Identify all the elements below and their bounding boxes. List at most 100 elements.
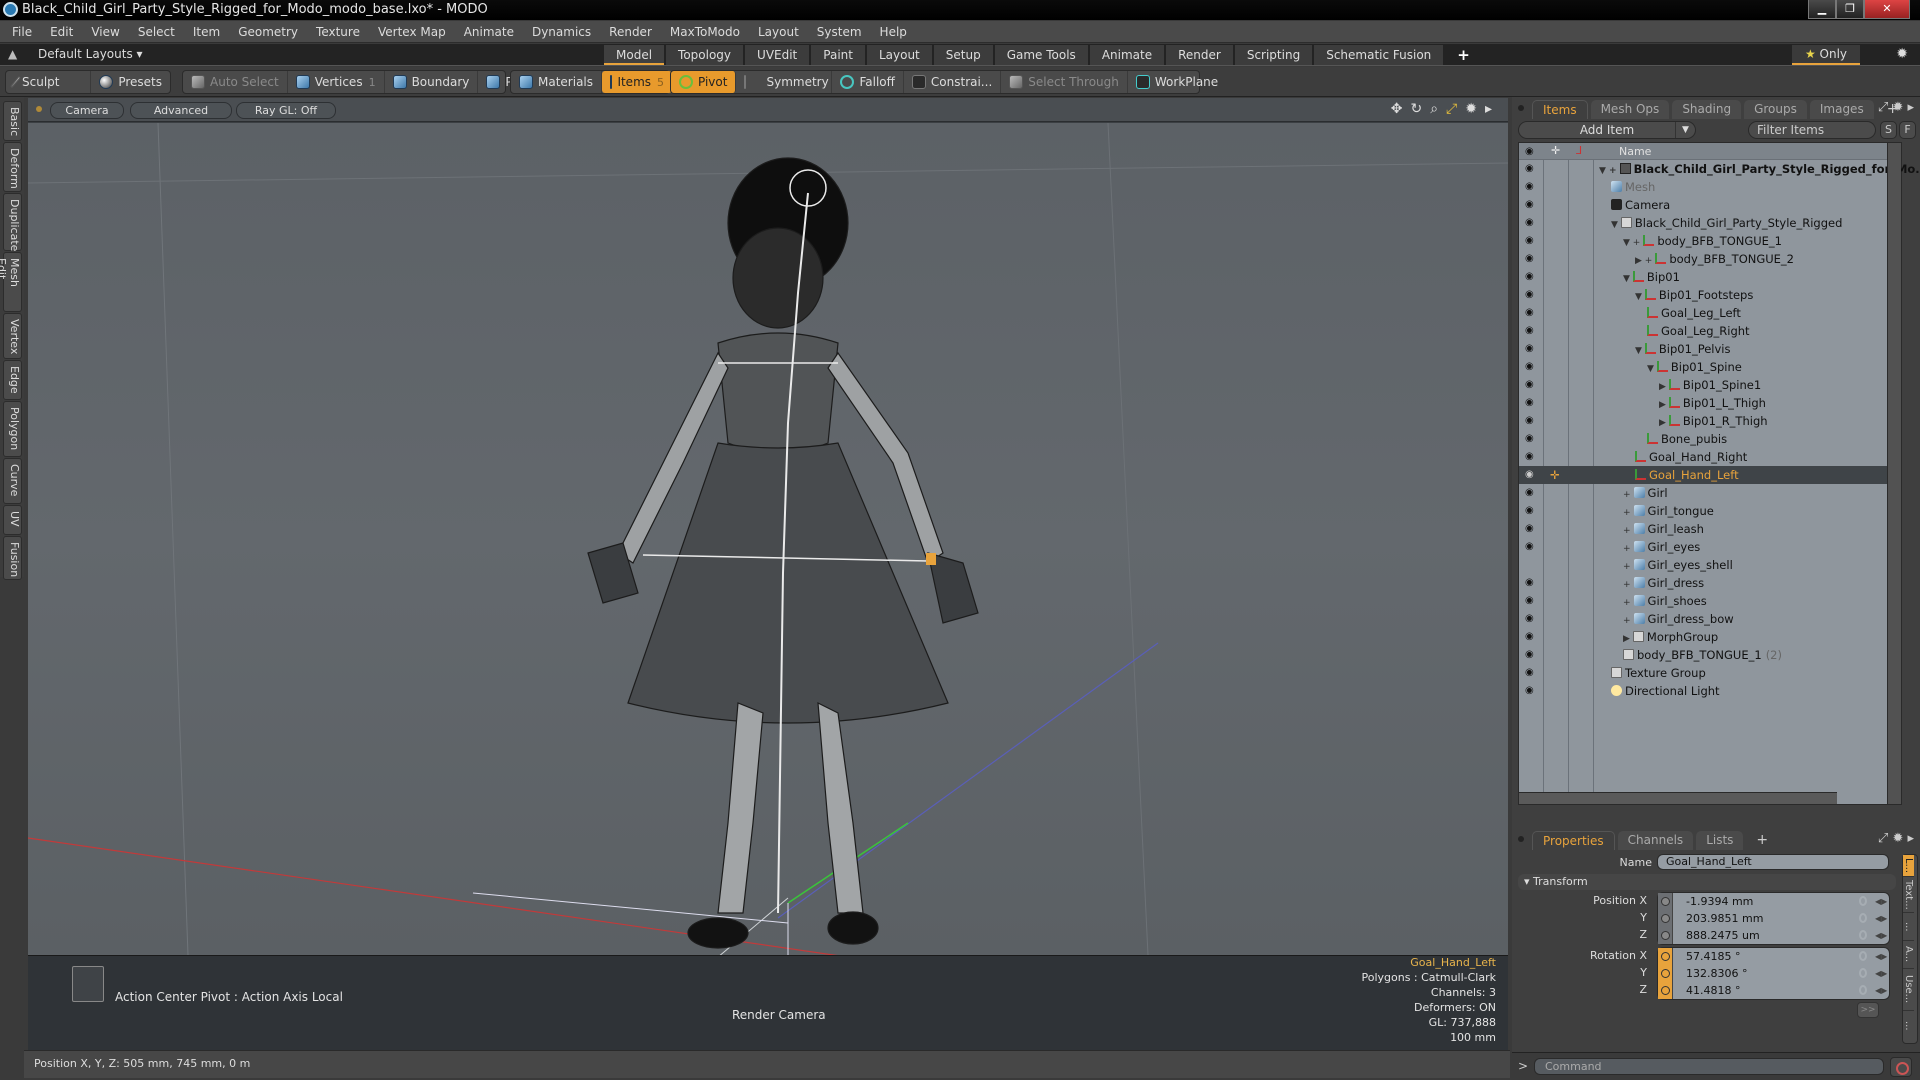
tree-row[interactable]: + Girl_eyes_shell bbox=[1519, 556, 1901, 574]
menu-vertex-map[interactable]: Vertex Map bbox=[378, 25, 446, 39]
add-tab-button[interactable]: + bbox=[1445, 45, 1482, 65]
filter-items-input[interactable]: Filter Items bbox=[1748, 121, 1876, 139]
menu-system[interactable]: System bbox=[817, 25, 862, 39]
constraints-button[interactable]: Constrai... bbox=[904, 71, 1002, 93]
eye-icon[interactable]: ◉ bbox=[1525, 487, 1538, 498]
plus-icon[interactable]: + bbox=[1623, 526, 1631, 536]
side-tab-6[interactable]: ... bbox=[1903, 1011, 1914, 1041]
eye-icon[interactable]: ◉ bbox=[1525, 379, 1538, 390]
tree-row[interactable]: ◉ Goal_Leg_Left bbox=[1519, 304, 1901, 322]
tree-item-label[interactable]: ▶ Bip01_R_Thigh bbox=[1659, 412, 1768, 432]
tree-row[interactable]: ◉ ▶ Bip01_Spine1 bbox=[1519, 376, 1901, 394]
tree-row[interactable]: ◉ ▼ Black_Child_Girl_Party_Style_Rigged bbox=[1519, 214, 1901, 232]
up-arrow-icon[interactable]: ▲ bbox=[8, 47, 17, 61]
menu-file[interactable]: File bbox=[12, 25, 32, 39]
collapse-icon[interactable]: ▼ bbox=[1635, 292, 1642, 302]
menu-geometry[interactable]: Geometry bbox=[238, 25, 298, 39]
viewport-gear-icon[interactable]: ✹ bbox=[1465, 101, 1477, 117]
tree-item-label[interactable]: ▶ + body_BFB_TONGUE_2 bbox=[1635, 250, 1794, 270]
side-tab-1[interactable]: L... bbox=[1903, 855, 1914, 877]
animate-toggle[interactable] bbox=[1658, 965, 1673, 982]
tree-row[interactable]: ◉ + Girl_tongue bbox=[1519, 502, 1901, 520]
slider-arrows-icon[interactable]: ◀▶ bbox=[1875, 927, 1887, 944]
axis-header-icon[interactable]: ⅃ bbox=[1576, 144, 1582, 157]
tree-row[interactable]: ◉ ▼ Bip01_Footsteps bbox=[1519, 286, 1901, 304]
tab-render[interactable]: Render bbox=[1166, 45, 1233, 65]
rotation-x-input[interactable]: 57.4185 ° bbox=[1686, 948, 1740, 965]
tree-row[interactable]: ◉ Camera bbox=[1519, 196, 1901, 214]
camera-button[interactable]: Camera bbox=[50, 102, 124, 119]
eye-icon[interactable]: ◉ bbox=[1525, 325, 1538, 336]
command-input[interactable]: Command bbox=[1534, 1058, 1884, 1075]
tree-item-label[interactable]: Camera bbox=[1611, 196, 1670, 214]
items-button[interactable]: Items 5 bbox=[602, 71, 673, 93]
tab-curve[interactable]: Curve bbox=[3, 458, 22, 504]
link-icon[interactable] bbox=[1859, 896, 1867, 906]
slider-arrows-icon[interactable]: ◀▶ bbox=[1875, 893, 1887, 910]
minimize-button[interactable]: ▁ bbox=[1808, 0, 1836, 19]
eye-icon[interactable]: ◉ bbox=[1525, 523, 1538, 534]
eye-icon[interactable]: ◉ bbox=[1525, 433, 1538, 444]
menu-help[interactable]: Help bbox=[880, 25, 907, 39]
tab-paint[interactable]: Paint bbox=[811, 45, 865, 65]
tree-row[interactable]: ◉ ▼ Bip01 bbox=[1519, 268, 1901, 286]
boundary-button[interactable]: Boundary bbox=[385, 71, 479, 93]
tab-topology[interactable]: Topology bbox=[666, 45, 744, 65]
rotate-icon[interactable]: ↻ bbox=[1410, 101, 1422, 117]
add-properties-tab-button[interactable]: + bbox=[1746, 831, 1778, 850]
add-item-dropdown[interactable]: Add Item ▼ bbox=[1518, 121, 1696, 139]
eye-icon[interactable]: ◉ bbox=[1525, 685, 1538, 696]
eye-icon[interactable]: ◉ bbox=[1525, 613, 1538, 624]
tree-item-label[interactable]: Directional Light bbox=[1611, 682, 1720, 700]
tab-uvedit[interactable]: UVEdit bbox=[745, 45, 810, 65]
tree-item-label[interactable]: body_BFB_TONGUE_1 (2) bbox=[1623, 646, 1782, 664]
link-icon[interactable] bbox=[1859, 951, 1867, 961]
tree-row[interactable]: ◉ Goal_Leg_Right bbox=[1519, 322, 1901, 340]
expand-icon[interactable]: ▶ + bbox=[1635, 256, 1652, 266]
expand-icon[interactable]: ▶ bbox=[1659, 400, 1666, 410]
pivot-button[interactable]: Pivot bbox=[671, 71, 737, 93]
eye-icon[interactable]: ◉ bbox=[1525, 235, 1538, 246]
tree-item-label[interactable]: Goal_Leg_Left bbox=[1647, 304, 1741, 322]
tab-game-tools[interactable]: Game Tools bbox=[994, 45, 1088, 65]
materials-button[interactable]: Materials bbox=[511, 71, 603, 93]
name-field[interactable]: Goal_Hand_Left bbox=[1657, 854, 1889, 870]
expand-icon[interactable]: ▶ bbox=[1623, 634, 1630, 644]
tree-horizontal-scrollbar[interactable] bbox=[1519, 792, 1837, 804]
properties-options-icon[interactable]: ⤢ ✹ ▸ bbox=[1878, 831, 1914, 846]
menu-view[interactable]: View bbox=[91, 25, 119, 39]
link-icon[interactable] bbox=[1859, 968, 1867, 978]
plus-icon[interactable]: + bbox=[1623, 562, 1631, 572]
tree-item-label[interactable]: + Girl_leash bbox=[1623, 520, 1704, 540]
animate-toggle[interactable] bbox=[1658, 893, 1673, 910]
tab-model[interactable]: Model bbox=[604, 45, 665, 65]
tree-item-label[interactable]: + Girl_shoes bbox=[1623, 592, 1707, 612]
menu-texture[interactable]: Texture bbox=[316, 25, 360, 39]
tree-row[interactable]: ◉ Mesh bbox=[1519, 178, 1901, 196]
menu-animate[interactable]: Animate bbox=[464, 25, 514, 39]
eye-icon[interactable]: ◉ bbox=[1525, 397, 1538, 408]
tree-vertical-scrollbar[interactable] bbox=[1887, 143, 1901, 804]
tree-row[interactable]: ◉ ▶ MorphGroup bbox=[1519, 628, 1901, 646]
layout-preset-dropdown[interactable]: Default Layouts ▾ bbox=[38, 47, 143, 61]
tree-item-label[interactable]: ▶ MorphGroup bbox=[1623, 628, 1718, 648]
3d-viewport[interactable]: Camera Advanced Ray GL: Off ✥ ↻ ⌕ ⤢ ✹ ▸ bbox=[28, 98, 1508, 1050]
plus-icon[interactable]: + bbox=[1623, 598, 1631, 608]
eye-icon[interactable]: ◉ bbox=[1525, 451, 1538, 462]
zoom-icon[interactable]: ⌕ bbox=[1430, 101, 1438, 117]
tree-item-label[interactable]: ▼ Bip01_Spine bbox=[1647, 358, 1742, 378]
plus-icon[interactable]: + bbox=[1623, 544, 1631, 554]
tree-row[interactable]: ◉ ▶ Bip01_R_Thigh bbox=[1519, 412, 1901, 430]
collapse-icon[interactable]: ▼ bbox=[1611, 220, 1618, 230]
eye-icon[interactable]: ◉ bbox=[1525, 667, 1538, 678]
eye-icon[interactable]: ◉ bbox=[1525, 289, 1538, 300]
animate-toggle[interactable] bbox=[1658, 910, 1673, 927]
tree-row[interactable]: ◉ + Girl_shoes bbox=[1519, 592, 1901, 610]
pivot-header-icon[interactable]: ✛ bbox=[1551, 144, 1560, 157]
tab-lists[interactable]: Lists bbox=[1696, 831, 1744, 850]
eye-icon[interactable]: ◉ bbox=[1525, 199, 1538, 210]
tree-item-label[interactable]: ▶ Bip01_Spine1 bbox=[1659, 376, 1761, 396]
tab-duplicate[interactable]: Duplicate bbox=[3, 193, 22, 251]
menu-select[interactable]: Select bbox=[138, 25, 175, 39]
maximize-button[interactable]: ❐ bbox=[1836, 0, 1864, 19]
